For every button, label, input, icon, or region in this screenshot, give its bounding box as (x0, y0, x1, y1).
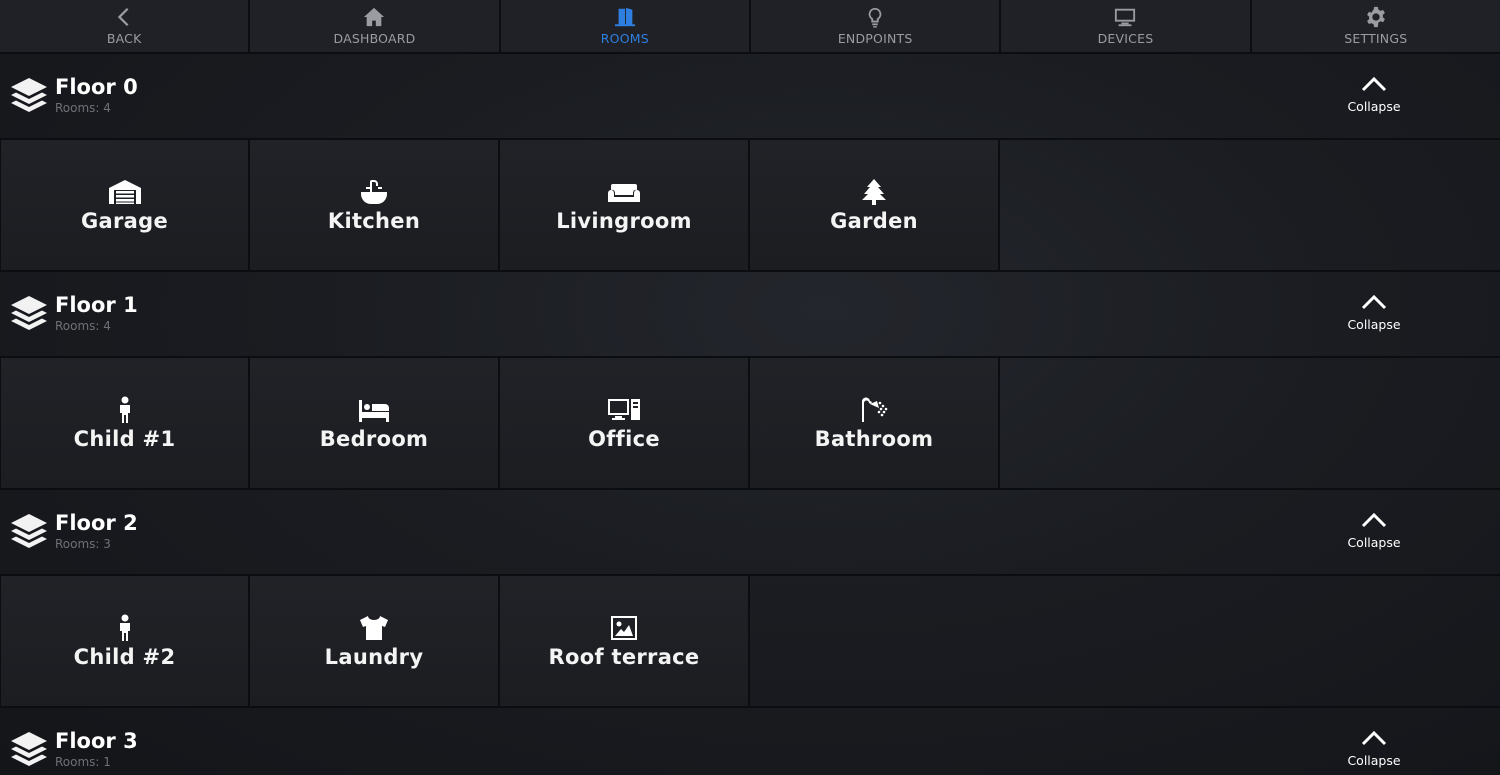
home-icon (364, 7, 385, 27)
chevron-up-icon (1361, 76, 1387, 92)
chevron-up-icon (1361, 512, 1387, 528)
room-name: Garage (80, 208, 168, 233)
collapse-label: Collapse (1347, 535, 1401, 550)
chevron-left-icon (117, 7, 129, 27)
floor-2-header: Floor 2 Rooms: 3 Collapse (0, 490, 1500, 576)
room-tile-garden[interactable]: Garden (750, 140, 1000, 270)
floor-title: Floor 2 (55, 511, 138, 535)
floor-3-collapse-button[interactable]: Collapse (1324, 730, 1424, 768)
room-name: Bathroom (814, 426, 934, 451)
room-name: Child #2 (73, 644, 176, 669)
child-icon (119, 396, 130, 423)
floor-title: Floor 3 (55, 729, 138, 753)
top-navigation: BACK DASHBOARD ROOMS ENDPOINTS DEVICES S… (0, 0, 1500, 54)
room-tile-bathroom[interactable]: Bathroom (750, 358, 1000, 488)
floor-room-count: Rooms: 1 (55, 755, 111, 769)
room-name: Bedroom (319, 426, 429, 451)
floor-0-rooms: Garage Kitchen Livingroom Garden (0, 140, 1500, 272)
nav-rooms-button[interactable]: ROOMS (500, 0, 751, 52)
collapse-label: Collapse (1347, 99, 1401, 114)
nav-back-label: BACK (106, 31, 142, 46)
nav-settings-label: SETTINGS (1344, 31, 1408, 46)
nav-settings-button[interactable]: SETTINGS (1251, 0, 1500, 52)
nav-dashboard-button[interactable]: DASHBOARD (250, 0, 501, 52)
room-name: Laundry (324, 644, 424, 669)
nav-rooms-label: ROOMS (600, 31, 649, 46)
room-name: Child #1 (73, 426, 176, 451)
bed-icon (359, 399, 389, 422)
floor-1-collapse-button[interactable]: Collapse (1324, 294, 1424, 332)
nav-devices-button[interactable]: DEVICES (1001, 0, 1252, 52)
nav-devices-label: DEVICES (1097, 31, 1154, 46)
app-root: BACK DASHBOARD ROOMS ENDPOINTS DEVICES S… (0, 0, 1500, 775)
shower-icon (861, 396, 888, 422)
nav-dashboard-label: DASHBOARD (333, 31, 416, 46)
room-tile-livingroom[interactable]: Livingroom (500, 140, 750, 270)
floor-room-count: Rooms: 4 (55, 319, 111, 333)
room-name: Livingroom (556, 208, 692, 233)
layers-icon (9, 512, 49, 552)
room-tile-bedroom[interactable]: Bedroom (250, 358, 500, 488)
chevron-up-icon (1361, 730, 1387, 746)
room-tile-roof-terrace[interactable]: Roof terrace (500, 576, 750, 706)
chevron-up-icon (1361, 294, 1387, 310)
door-icon (614, 7, 635, 27)
lightbulb-icon (868, 7, 882, 28)
layers-icon (9, 730, 49, 770)
garage-icon (108, 179, 141, 204)
image-icon (611, 615, 637, 640)
gear-icon (1366, 6, 1385, 28)
desktop-computer-icon (608, 398, 640, 420)
sink-icon (361, 179, 387, 204)
room-tile-child-2[interactable]: Child #2 (0, 576, 250, 706)
room-tile-garage[interactable]: Garage (0, 140, 250, 270)
floor-room-count: Rooms: 3 (55, 537, 111, 551)
room-tile-kitchen[interactable]: Kitchen (250, 140, 500, 270)
floor-0-header: Floor 0 Rooms: 4 Collapse (0, 54, 1500, 140)
room-tile-child-1[interactable]: Child #1 (0, 358, 250, 488)
sofa-icon (608, 183, 640, 202)
room-name: Roof terrace (548, 644, 700, 669)
tree-icon (862, 178, 886, 205)
child-icon (119, 614, 130, 641)
nav-endpoints-label: ENDPOINTS (837, 31, 913, 46)
floor-1-rooms: Child #1 Bedroom Office Bathroom (0, 358, 1500, 490)
layers-icon (9, 294, 49, 334)
floor-2-rooms: Child #2 Laundry Roof terrace (0, 576, 1500, 708)
layers-icon (9, 76, 49, 116)
floor-1-header: Floor 1 Rooms: 4 Collapse (0, 272, 1500, 358)
monitor-icon (1115, 8, 1136, 27)
room-tile-office[interactable]: Office (500, 358, 750, 488)
tshirt-icon (360, 615, 388, 640)
floor-2-collapse-button[interactable]: Collapse (1324, 512, 1424, 550)
room-name: Kitchen (327, 208, 421, 233)
floor-0-collapse-button[interactable]: Collapse (1324, 76, 1424, 114)
collapse-label: Collapse (1347, 317, 1401, 332)
room-name: Office (588, 426, 660, 451)
floor-title: Floor 1 (55, 293, 138, 317)
room-name: Garden (830, 208, 918, 233)
nav-back-button[interactable]: BACK (0, 0, 251, 52)
floor-title: Floor 0 (55, 75, 138, 99)
floor-3-header: Floor 3 Rooms: 1 Collapse (0, 708, 1500, 775)
nav-endpoints-button[interactable]: ENDPOINTS (750, 0, 1002, 52)
floor-room-count: Rooms: 4 (55, 101, 111, 115)
room-tile-laundry[interactable]: Laundry (250, 576, 500, 706)
collapse-label: Collapse (1347, 753, 1401, 768)
